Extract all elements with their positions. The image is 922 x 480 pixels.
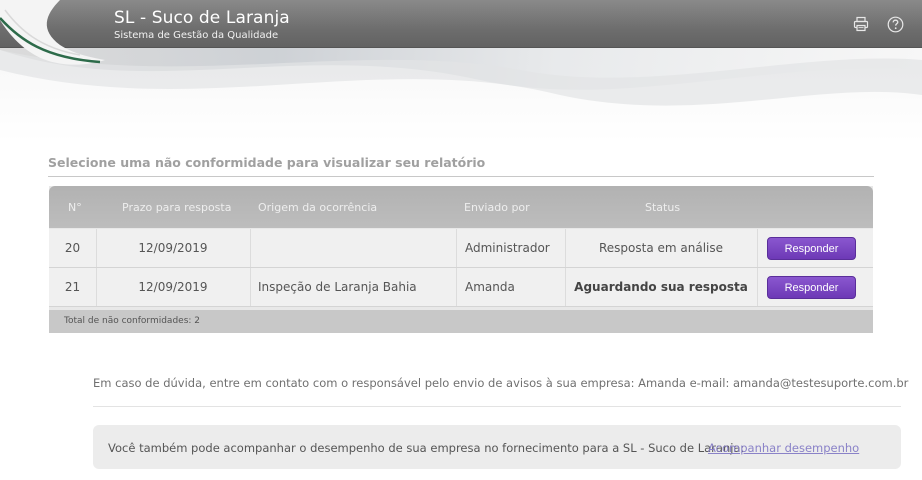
table-row[interactable]: 21 12/09/2019 Inspeção de Laranja Bahia … xyxy=(49,268,873,307)
row-number: 21 xyxy=(64,280,81,294)
table-row[interactable]: 20 12/09/2019 Administrador Resposta em … xyxy=(49,229,873,268)
section-title: Selecione uma não conformidade para visu… xyxy=(48,155,874,177)
total-count: Total de não conformidades: 2 xyxy=(64,316,201,326)
table-footer: Total de não conformidades: 2 xyxy=(49,310,873,333)
divider xyxy=(93,406,901,407)
app-title: SL - Suco de Laranja xyxy=(114,8,290,28)
column-header-origin: Origem da ocorrência xyxy=(258,201,378,214)
row-origin: Inspeção de Laranja Bahia xyxy=(258,280,417,294)
track-performance-link[interactable]: Acompanhar desempenho xyxy=(708,441,859,455)
row-deadline: 12/09/2019 xyxy=(138,280,208,294)
row-deadline: 12/09/2019 xyxy=(138,241,208,255)
row-sender: Amanda xyxy=(465,280,515,294)
row-origin xyxy=(258,229,456,267)
performance-text: Você também pode acompanhar o desempenho… xyxy=(108,441,745,455)
respond-button[interactable]: Responder xyxy=(767,276,856,299)
row-number: 20 xyxy=(64,241,81,255)
column-header-number: N° xyxy=(68,201,82,214)
printer-icon[interactable] xyxy=(852,15,870,33)
column-header-deadline: Prazo para resposta xyxy=(122,201,232,214)
contact-info: Em caso de dúvida, entre em contato com … xyxy=(93,376,909,390)
app-subtitle: Sistema de Gestão da Qualidade xyxy=(114,30,279,41)
page-header: SL - Suco de Laranja Sistema de Gestão d… xyxy=(0,0,922,142)
table-header: N° Prazo para resposta Origem da ocorrên… xyxy=(49,186,873,228)
column-header-sender: Enviado por xyxy=(464,201,530,214)
logo-icon xyxy=(0,0,105,65)
column-header-status: Status xyxy=(645,201,681,214)
help-icon[interactable] xyxy=(886,15,904,33)
performance-box: Você também pode acompanhar o desempenho… xyxy=(93,425,901,469)
row-sender: Administrador xyxy=(465,241,550,255)
row-status: Aguardando sua resposta xyxy=(574,280,748,294)
respond-button[interactable]: Responder xyxy=(767,237,856,260)
header-wave-graphic xyxy=(0,40,922,106)
nonconformity-table: N° Prazo para resposta Origem da ocorrên… xyxy=(49,186,873,333)
row-status: Resposta em análise xyxy=(598,241,724,255)
